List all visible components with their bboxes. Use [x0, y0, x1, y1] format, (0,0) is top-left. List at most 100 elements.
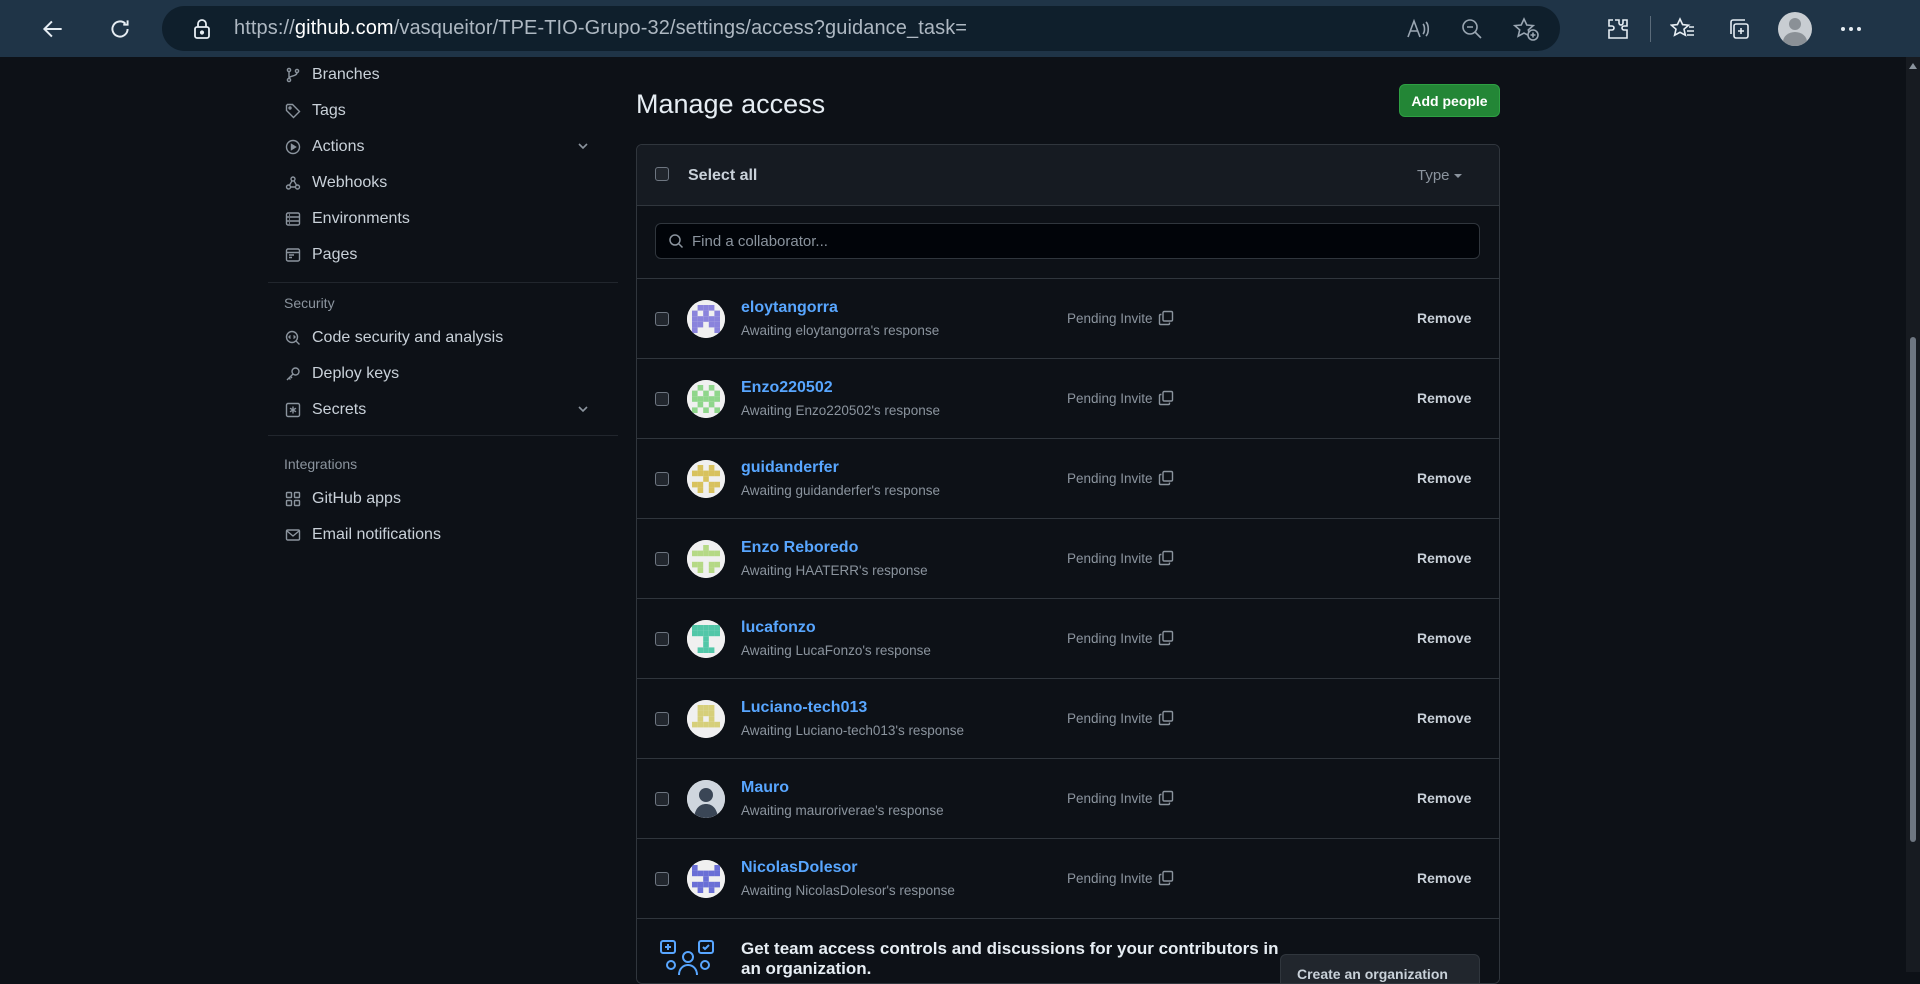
- add-favorite-icon[interactable]: [1512, 15, 1540, 43]
- sidebar-item-label: Environments: [312, 210, 410, 227]
- select-all-label[interactable]: Select all: [688, 167, 757, 185]
- collections-icon[interactable]: [1711, 0, 1767, 57]
- copy-icon[interactable]: [1158, 790, 1174, 806]
- remove-button[interactable]: Remove: [1417, 790, 1471, 806]
- collaborator-username-link[interactable]: eloytangorra: [741, 299, 838, 317]
- collaborator-checkbox[interactable]: [655, 392, 669, 406]
- create-organization-button[interactable]: Create an organization: [1280, 954, 1480, 983]
- chevron-down-icon[interactable]: [576, 402, 590, 421]
- avatar[interactable]: [687, 300, 725, 338]
- avatar[interactable]: [687, 620, 725, 658]
- remove-button[interactable]: Remove: [1417, 710, 1471, 726]
- search-box[interactable]: [655, 223, 1480, 259]
- page-title: Manage access: [636, 89, 826, 119]
- add-people-button[interactable]: Add people: [1399, 84, 1500, 117]
- remove-button[interactable]: Remove: [1417, 390, 1471, 406]
- favorites-icon[interactable]: [1655, 0, 1711, 57]
- copy-icon[interactable]: [1158, 470, 1174, 486]
- scrollbar-thumb[interactable]: [1910, 337, 1916, 842]
- sidebar-item-label: Email notifications: [312, 526, 441, 543]
- collaborator-username-link[interactable]: Enzo220502: [741, 379, 833, 397]
- copy-icon[interactable]: [1158, 550, 1174, 566]
- lock-icon[interactable]: [188, 18, 216, 40]
- organization-promo: Get team access controls and discussions…: [637, 919, 1499, 983]
- chevron-down-icon[interactable]: [576, 139, 590, 158]
- collaborator-username-link[interactable]: Luciano-tech013: [741, 699, 867, 717]
- more-options-icon[interactable]: [1823, 0, 1879, 57]
- read-aloud-icon[interactable]: [1404, 15, 1432, 43]
- collaborator-username-link[interactable]: Mauro: [741, 779, 789, 797]
- zoom-out-icon[interactable]: [1458, 15, 1486, 43]
- sidebar-item-label: Actions: [312, 138, 365, 155]
- caret-down-icon: [1453, 174, 1462, 179]
- avatar[interactable]: [687, 700, 725, 738]
- play-circle-icon: [284, 138, 302, 156]
- webhook-icon: [284, 174, 302, 192]
- remove-button[interactable]: Remove: [1417, 470, 1471, 486]
- sidebar-item-environments[interactable]: Environments: [268, 201, 608, 237]
- avatar[interactable]: [687, 860, 725, 898]
- server-icon: [284, 210, 302, 228]
- collaborator-checkbox[interactable]: [655, 632, 669, 646]
- copy-icon[interactable]: [1158, 390, 1174, 406]
- copy-icon[interactable]: [1158, 710, 1174, 726]
- collaborator-row: lucafonzo Awaiting LucaFonzo's response Pe…: [637, 599, 1499, 679]
- remove-button[interactable]: Remove: [1417, 870, 1471, 886]
- page-scrollbar[interactable]: [1906, 57, 1920, 972]
- pending-invite-text: Pending Invite: [1067, 550, 1153, 566]
- avatar[interactable]: [687, 380, 725, 418]
- sidebar-item-code-security[interactable]: Code security and analysis: [268, 320, 608, 356]
- sidebar-item-github-apps[interactable]: GitHub apps: [268, 481, 608, 517]
- collaborator-checkbox[interactable]: [655, 712, 669, 726]
- sidebar-item-actions[interactable]: Actions: [268, 129, 608, 165]
- refresh-icon[interactable]: [92, 0, 148, 57]
- pending-invite-text: Pending Invite: [1067, 390, 1153, 406]
- avatar[interactable]: [687, 540, 725, 578]
- collaborator-checkbox[interactable]: [655, 792, 669, 806]
- collaborator-username-link[interactable]: lucafonzo: [741, 619, 816, 637]
- collaborator-username-link[interactable]: Enzo Reboredo: [741, 539, 858, 557]
- browser-icon: [284, 246, 302, 264]
- collaborator-checkbox[interactable]: [655, 552, 669, 566]
- collaborator-checkbox[interactable]: [655, 312, 669, 326]
- collaborator-checkbox[interactable]: [655, 472, 669, 486]
- sidebar-item-webhooks[interactable]: Webhooks: [268, 165, 608, 201]
- mail-icon: [284, 526, 302, 544]
- sidebar-item-email-notifications[interactable]: Email notifications: [268, 517, 608, 553]
- sidebar-item-branches[interactable]: Branches: [268, 57, 608, 93]
- pending-invite-label: Pending Invite: [1067, 390, 1174, 406]
- remove-button[interactable]: Remove: [1417, 630, 1471, 646]
- copy-icon[interactable]: [1158, 310, 1174, 326]
- collaborators-header: Select all Type: [637, 145, 1499, 206]
- remove-button[interactable]: Remove: [1417, 550, 1471, 566]
- collaborator-row: Mauro Awaiting mauroriverae's response Pen…: [637, 759, 1499, 839]
- profile-button[interactable]: [1767, 0, 1823, 57]
- copy-icon[interactable]: [1158, 630, 1174, 646]
- type-filter-dropdown[interactable]: Type: [1417, 167, 1462, 184]
- select-all-checkbox[interactable]: [655, 167, 669, 181]
- sidebar-item-secrets[interactable]: Secrets: [268, 392, 608, 428]
- collaborator-username-link[interactable]: NicolasDolesor: [741, 859, 857, 877]
- key-icon: [284, 365, 302, 383]
- address-bar[interactable]: https://github.com/vasqueitor/TPE-TIO-Gr…: [162, 6, 1560, 51]
- sidebar-item-label: Pages: [312, 246, 358, 263]
- avatar[interactable]: [687, 460, 725, 498]
- copy-icon[interactable]: [1158, 870, 1174, 886]
- url-text[interactable]: https://github.com/vasqueitor/TPE-TIO-Gr…: [234, 17, 967, 40]
- collaborator-checkbox[interactable]: [655, 872, 669, 886]
- scroll-up-arrow-icon[interactable]: [1909, 63, 1917, 69]
- avatar[interactable]: [687, 780, 725, 818]
- collaborator-status-text: Awaiting LucaFonzo's response: [741, 643, 931, 658]
- sidebar-item-tags[interactable]: Tags: [268, 93, 608, 129]
- collaborator-row: NicolasDolesor Awaiting NicolasDolesor's …: [637, 839, 1499, 919]
- back-icon[interactable]: [25, 0, 81, 57]
- collaborator-username-link[interactable]: guidanderfer: [741, 459, 839, 477]
- sidebar-item-pages[interactable]: Pages: [268, 237, 608, 273]
- remove-button[interactable]: Remove: [1417, 310, 1471, 326]
- find-collaborator-input[interactable]: [692, 232, 1452, 250]
- sidebar-item-label: Branches: [312, 66, 380, 83]
- sidebar-item-deploy-keys[interactable]: Deploy keys: [268, 356, 608, 392]
- url-host: github.com: [294, 17, 394, 39]
- extensions-icon[interactable]: [1590, 0, 1646, 57]
- collaborators-box: Select all Type eloytangorra Awaiting elo…: [636, 144, 1500, 984]
